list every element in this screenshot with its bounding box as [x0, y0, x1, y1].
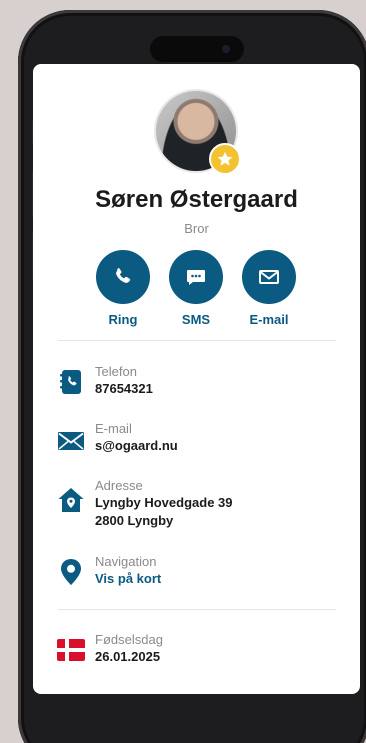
- navigation-label: Navigation: [95, 554, 157, 569]
- phone-text: Telefon 87654321: [95, 364, 153, 398]
- sms-button[interactable]: SMS: [161, 250, 231, 327]
- email-label: E-mail: [95, 421, 132, 436]
- message-icon[interactable]: [169, 250, 223, 304]
- navigation-text: Navigation Vis på kort: [95, 554, 161, 588]
- phone-icon[interactable]: [96, 250, 150, 304]
- favorite-star-icon[interactable]: [209, 143, 241, 175]
- address-label: Adresse: [95, 478, 143, 493]
- address-line2[interactable]: 2800 Lyngby: [95, 512, 233, 530]
- phonebook-icon: [57, 368, 85, 396]
- divider: [58, 340, 336, 341]
- camera-icon: [222, 45, 230, 53]
- birthday-value: 26.01.2025: [95, 649, 161, 664]
- envelope-icon: [57, 427, 85, 455]
- dynamic-island: [150, 36, 244, 62]
- avatar-container: [154, 89, 241, 175]
- sms-label: SMS: [181, 312, 211, 327]
- map-pin-icon: [57, 558, 85, 586]
- address-line1[interactable]: Lyngby Hovedgade 39: [95, 494, 233, 512]
- envelope-icon[interactable]: [242, 250, 296, 304]
- birthday-text: Fødselsdag 26.01.2025: [95, 632, 163, 666]
- address-text: Adresse Lyngby Hovedgade 39 2800 Lyngby: [95, 478, 233, 530]
- call-button[interactable]: Ring: [88, 250, 158, 327]
- email-label: E-mail: [249, 312, 289, 327]
- email-button[interactable]: E-mail: [234, 250, 304, 327]
- email-text: E-mail s@ogaard.nu: [95, 421, 178, 455]
- contact-name: Søren Østergaard: [95, 186, 298, 213]
- danish-flag-icon: [57, 636, 85, 664]
- home-location-icon: [57, 486, 85, 514]
- phone-value[interactable]: 87654321: [95, 380, 153, 398]
- show-on-map-link[interactable]: Vis på kort: [95, 570, 161, 588]
- divider: [58, 609, 336, 610]
- birthday-label: Fødselsdag: [95, 632, 163, 647]
- call-label: Ring: [108, 312, 138, 327]
- email-value[interactable]: s@ogaard.nu: [95, 437, 178, 455]
- contact-relation: Bror: [184, 221, 209, 236]
- phone-label: Telefon: [95, 364, 137, 379]
- contact-screen: Søren Østergaard Bror Ring SMS E-mail Te…: [33, 64, 360, 694]
